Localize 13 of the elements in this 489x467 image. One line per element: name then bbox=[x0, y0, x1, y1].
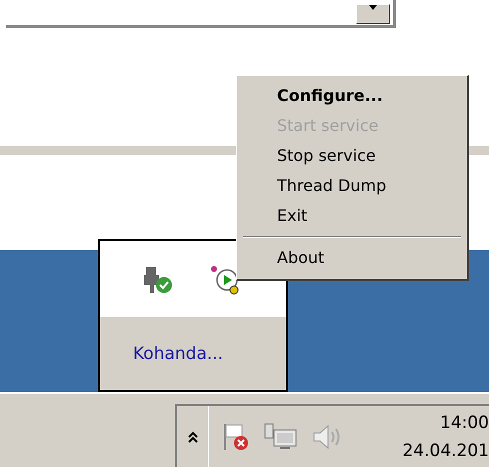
flag-error-icon[interactable] bbox=[221, 422, 251, 452]
menu-item[interactable]: Thread Dump bbox=[237, 171, 467, 201]
down-arrow-icon bbox=[369, 5, 377, 10]
menu-item[interactable]: About bbox=[237, 243, 467, 273]
menu-item[interactable]: Exit bbox=[237, 201, 467, 231]
double-chevron-up-icon bbox=[188, 430, 198, 442]
menu-item[interactable]: Configure... bbox=[237, 81, 467, 111]
clock-time: 14:00 bbox=[440, 412, 489, 434]
menu-item[interactable]: Stop service bbox=[237, 141, 467, 171]
network-icon[interactable] bbox=[263, 422, 299, 452]
customize-link[interactable]: Kohanda... bbox=[133, 344, 224, 364]
clock-date: 24.04.201 bbox=[402, 440, 489, 462]
scroll-down-button[interactable] bbox=[356, 4, 390, 24]
